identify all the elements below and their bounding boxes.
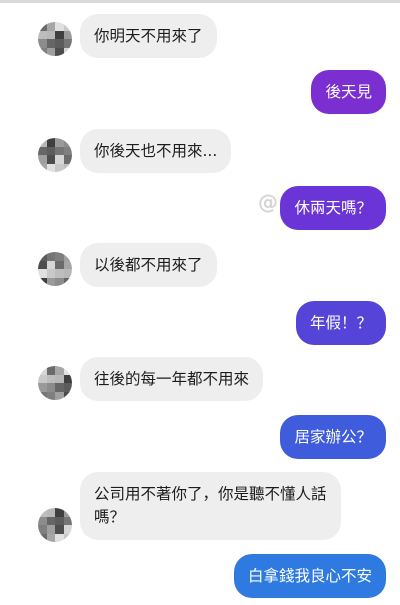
message-outgoing: 年假！？: [295, 301, 386, 345]
avatar[interactable]: [38, 22, 72, 56]
avatar[interactable]: [38, 138, 72, 172]
message-incoming: 你明天不用來了: [80, 14, 217, 58]
message-outgoing: 休兩天嗎？: [280, 186, 386, 230]
message-outgoing: 白拿錢我良心不安: [233, 554, 386, 598]
message-outgoing: 居家辦公？: [280, 415, 386, 459]
avatar[interactable]: [38, 252, 72, 286]
message-outgoing: 後天見: [311, 70, 386, 114]
watermark-at: @: [258, 190, 278, 214]
avatar[interactable]: [38, 366, 72, 400]
message-incoming-multiline: 公司用不著你了，你是聽不懂人話 嗎？: [80, 472, 341, 540]
message-incoming: 以後都不用來了: [80, 243, 217, 287]
message-incoming: 往後的每一年都不用來: [80, 357, 264, 401]
message-line: 嗎？: [94, 508, 126, 526]
message-incoming: 你後天也不用來...: [80, 129, 232, 173]
top-divider: [0, 0, 400, 3]
chat-thread: @ @加藤軍 你明天不用來了 後天見 你後天也不用來... 休兩天嗎？ 以後都不…: [0, 0, 400, 605]
avatar[interactable]: [38, 508, 72, 542]
message-line: 公司用不著你了，你是聽不懂人話: [94, 485, 327, 503]
